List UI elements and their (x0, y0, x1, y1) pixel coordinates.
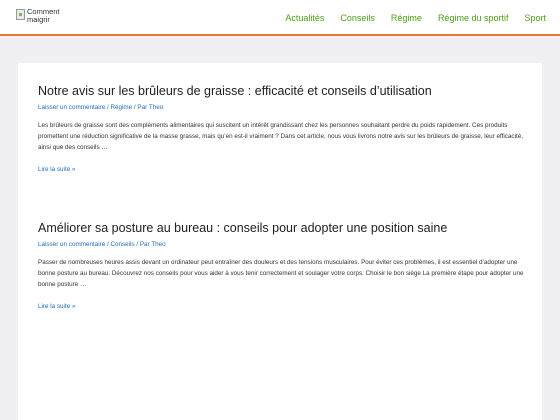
author-prefix: Par (137, 104, 148, 111)
category-link[interactable]: Conseils (110, 241, 134, 248)
author-link[interactable]: Theo (151, 241, 165, 248)
author-link[interactable]: Theo (149, 104, 163, 111)
post-excerpt: Les brûleurs de graisse sont des complém… (38, 122, 523, 151)
nav-item-actualites[interactable]: Actualités (277, 12, 332, 24)
post-excerpt: Passer de nombreuses heures assis devant… (38, 259, 524, 288)
posts-container: Notre avis sur les brûleurs de graisse :… (18, 63, 542, 420)
author-prefix: Par (139, 241, 150, 248)
category-link[interactable]: Régime (110, 104, 132, 111)
nav-item-regime-du-sportif[interactable]: Régime du sportif (430, 12, 517, 24)
nav-item-conseils[interactable]: Conseils (332, 12, 383, 24)
post-card: Notre avis sur les brûleurs de graisse :… (38, 83, 524, 176)
read-more-link[interactable]: Lire la suite » (38, 165, 75, 174)
nav-item-sport[interactable]: Sport (516, 12, 554, 24)
nav-item-regime[interactable]: Régime (383, 12, 430, 24)
site-header: Comment maigrir Actualités Conseils Régi… (0, 0, 560, 36)
comment-link[interactable]: Laisser un commentaire (38, 104, 105, 111)
post-card: Améliorer sa posture au bureau : conseil… (38, 220, 524, 313)
read-more-label: Lire la suite » (38, 303, 76, 310)
post-title[interactable]: Notre avis sur les brûleurs de graisse :… (38, 83, 524, 99)
main-nav: Actualités Conseils Régime Régime du spo… (277, 12, 554, 24)
post-title[interactable]: Améliorer sa posture au bureau : conseil… (38, 220, 524, 236)
read-more-link[interactable]: Lire la suite » (38, 302, 75, 311)
site-logo[interactable]: Comment maigrir (16, 8, 71, 23)
comment-link[interactable]: Laisser un commentaire (38, 241, 105, 248)
post-meta: Laisser un commentaire / Régime / Par Th… (38, 104, 164, 111)
broken-image-icon (16, 9, 25, 20)
logo-alt-text: Comment maigrir (27, 7, 60, 24)
read-more-label: Lire la suite » (38, 166, 76, 173)
post-meta: Laisser un commentaire / Conseils / Par … (38, 241, 166, 248)
